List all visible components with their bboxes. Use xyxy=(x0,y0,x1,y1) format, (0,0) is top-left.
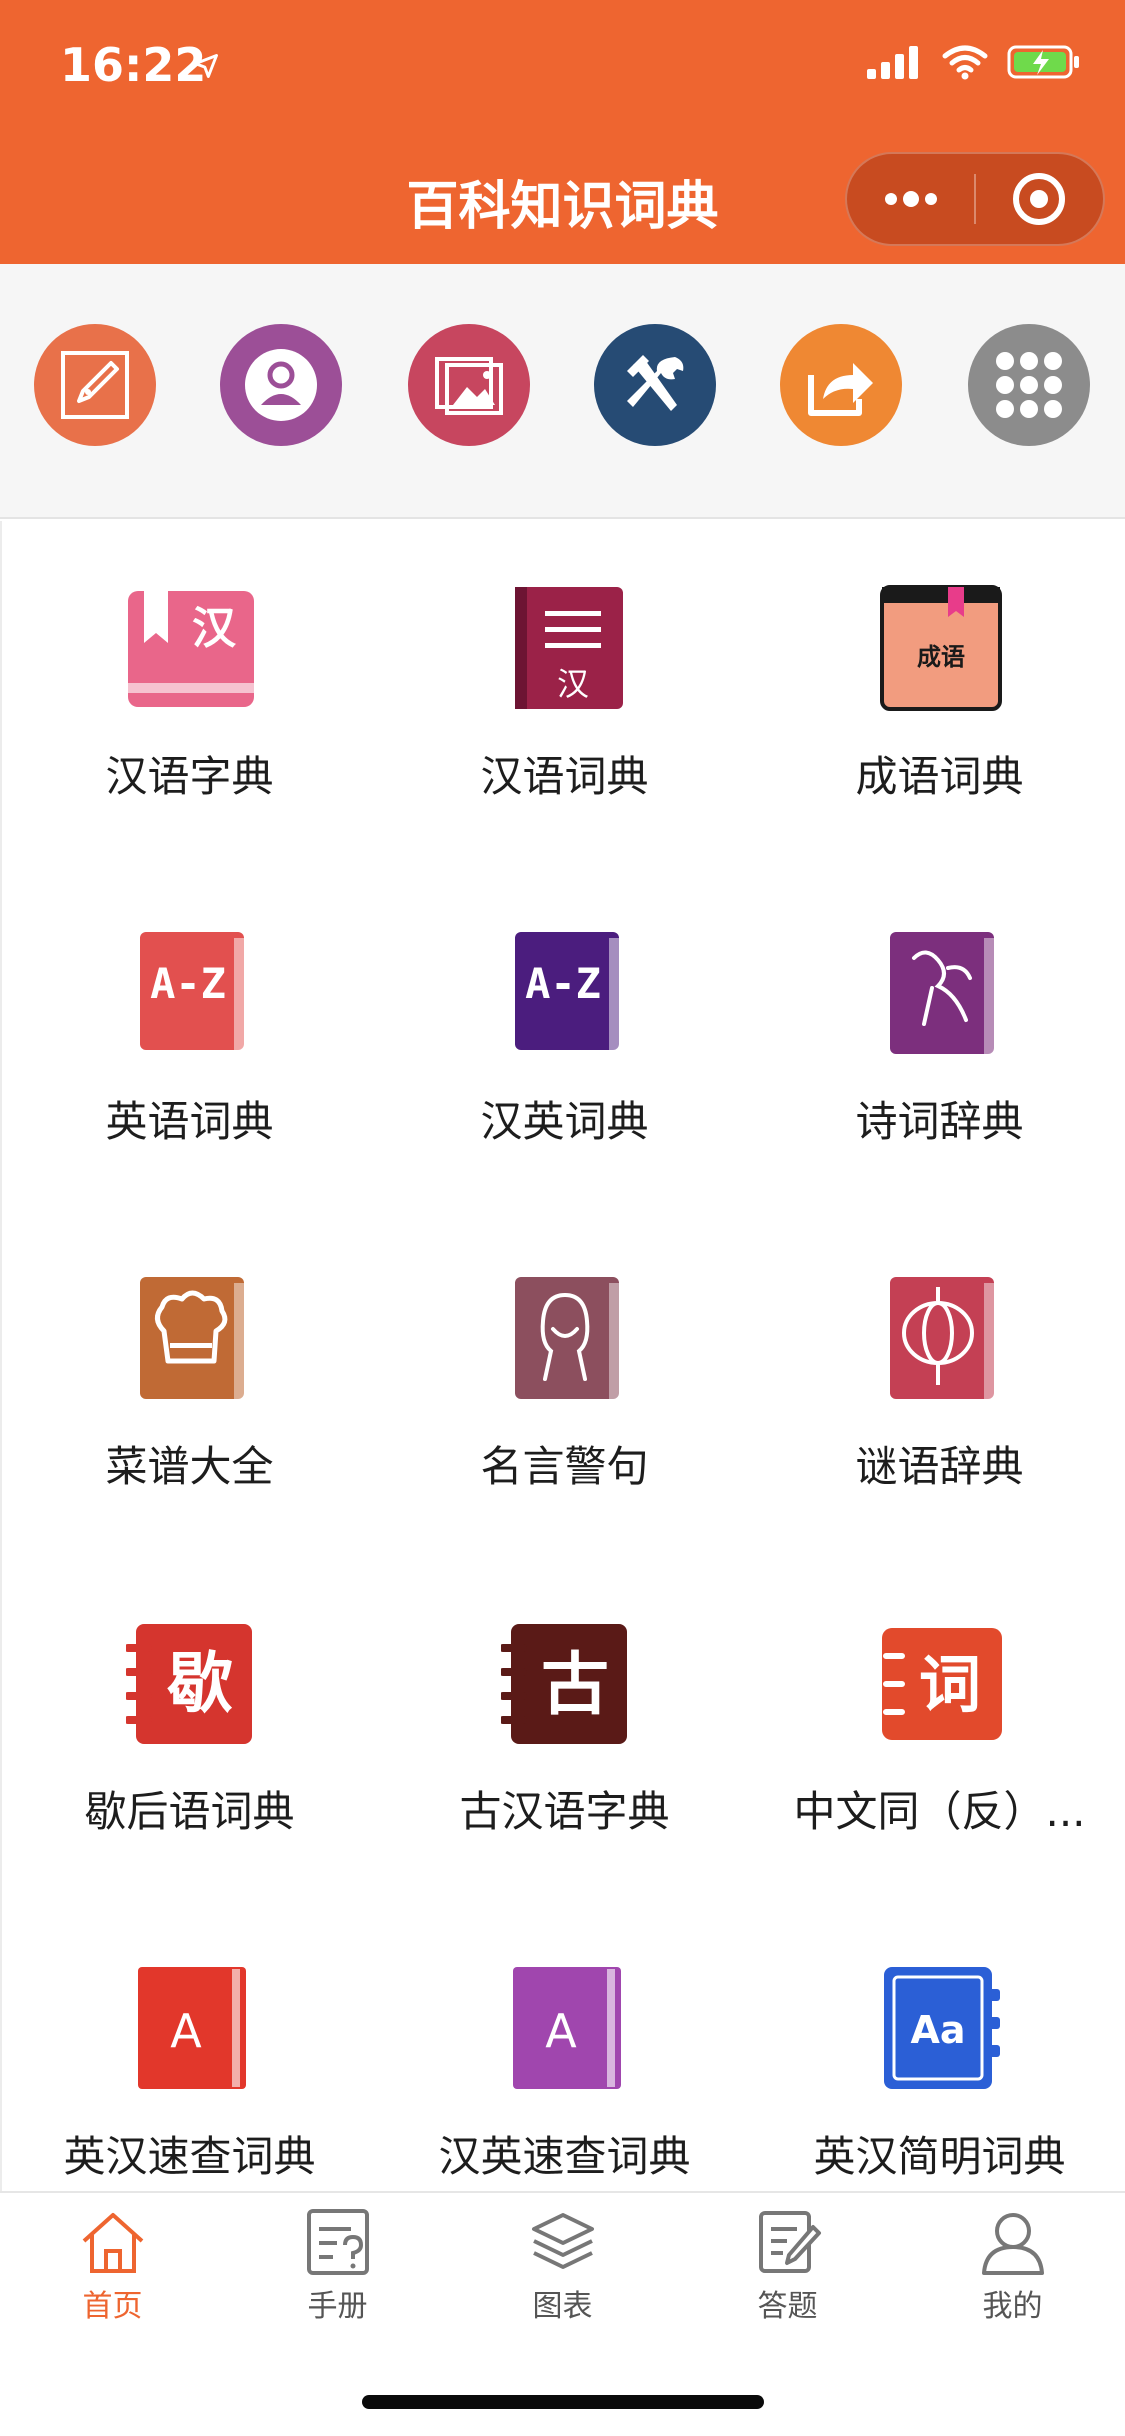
dictionary-grid: 汉 汉语字典 汉 汉语词典 成语 成语词典 A-Z 英语词典 A-Z 汉英词典 … xyxy=(0,521,1125,2191)
dictionary-item-chinese-english-quick[interactable]: A 汉英速查词典 xyxy=(377,1901,752,2191)
svg-text:A: A xyxy=(170,2004,202,2058)
dictionary-item-quotes[interactable]: 名言警句 xyxy=(377,1211,752,1556)
poetry-dictionary-icon xyxy=(890,932,994,1054)
chef-hat-recipe-icon xyxy=(140,1277,244,1399)
dictionary-label: 歇后语词典 xyxy=(84,1787,295,1836)
dictionary-item-hanyu-zidian[interactable]: 汉 汉语字典 xyxy=(2,521,377,866)
dictionary-label: 中文同（反）... xyxy=(793,1787,1086,1836)
chinese-english-quick-icon: A xyxy=(513,1967,621,2089)
battery-charging-icon xyxy=(1007,45,1079,79)
dictionary-label: 汉英词典 xyxy=(480,1097,649,1146)
tab-manual[interactable]: 手册 xyxy=(225,2207,450,2337)
user-profile-icon xyxy=(245,349,317,421)
dictionary-item-english-chinese-concise[interactable]: Aa 英汉简明词典 xyxy=(752,1901,1125,2191)
layers-icon xyxy=(531,2213,594,2269)
tab-quiz[interactable]: 答题 xyxy=(675,2207,900,2337)
dictionary-item-xiehouyu[interactable]: 歇 歇后语词典 xyxy=(2,1556,377,1901)
quotes-book-icon xyxy=(515,1277,619,1399)
dictionary-item-ancient-chinese[interactable]: 古 古汉语字典 xyxy=(377,1556,752,1901)
dictionary-label: 谜语辞典 xyxy=(855,1442,1024,1491)
dictionary-item-hanyu-cidian[interactable]: 汉 汉语词典 xyxy=(377,521,752,866)
dictionary-label: 汉语字典 xyxy=(105,752,274,801)
dictionary-item-chengyu-cidian[interactable]: 成语 成语词典 xyxy=(752,521,1125,866)
apps-grid-button[interactable] xyxy=(968,324,1090,446)
svg-text:A: A xyxy=(545,2004,577,2058)
dictionary-item-english-chinese-quick[interactable]: A 英汉速查词典 xyxy=(2,1901,377,2191)
dictionary-label: 英语词典 xyxy=(105,1097,274,1146)
manual-icon xyxy=(306,2209,369,2275)
tab-label: 我的 xyxy=(982,2289,1043,2324)
svg-text:Aa: Aa xyxy=(910,2008,965,2052)
cellular-signal-icon xyxy=(867,46,918,79)
dictionary-label: 菜谱大全 xyxy=(105,1442,274,1491)
tab-charts[interactable]: 图表 xyxy=(450,2207,675,2337)
more-button[interactable] xyxy=(847,152,974,246)
home-indicator xyxy=(362,2395,764,2409)
lantern-riddle-icon xyxy=(890,1277,994,1399)
tab-label: 首页 xyxy=(82,2289,143,2324)
more-dots-icon xyxy=(884,191,937,207)
hanyu-cidian-icon: 汉 xyxy=(515,587,623,709)
location-arrow-icon xyxy=(194,54,218,78)
dictionary-label: 汉英速查词典 xyxy=(438,2132,691,2181)
svg-text:成语: 成语 xyxy=(917,643,965,671)
english-chinese-quick-icon: A xyxy=(138,1967,246,2089)
quiz-icon xyxy=(758,2211,821,2273)
chinese-english-dictionary-icon: A-Z xyxy=(515,932,619,1054)
svg-text:汉: 汉 xyxy=(557,665,589,703)
target-close-icon xyxy=(1013,173,1066,225)
dictionary-label: 英汉简明词典 xyxy=(813,2132,1066,2181)
apps-grid-icon xyxy=(996,352,1062,418)
dictionary-label: 英汉速查词典 xyxy=(63,2132,316,2181)
xiehouyu-icon: 歇 xyxy=(126,1624,252,1744)
image-gallery-button[interactable] xyxy=(408,324,530,446)
tab-home[interactable]: 首页 xyxy=(0,2207,225,2337)
dictionary-label: 成语词典 xyxy=(855,752,1024,801)
tab-label: 图表 xyxy=(532,2289,593,2324)
hanyu-zidian-icon: 汉 xyxy=(128,591,254,707)
dictionary-label: 古汉语字典 xyxy=(459,1787,670,1836)
dictionary-label: 名言警句 xyxy=(480,1442,649,1491)
pen-edit-button[interactable] xyxy=(34,324,156,446)
tools-icon xyxy=(627,355,684,411)
status-time: 16:22 xyxy=(60,38,207,92)
ancient-chinese-icon: 古 xyxy=(501,1624,627,1744)
svg-text:词: 词 xyxy=(919,1648,981,1721)
profile-icon xyxy=(981,2213,1044,2275)
dictionary-item-recipes[interactable]: 菜谱大全 xyxy=(2,1211,377,1556)
synonym-antonym-icon: 词 xyxy=(882,1628,1002,1740)
image-gallery-icon xyxy=(435,357,503,415)
english-dictionary-icon: A-Z xyxy=(140,932,244,1054)
svg-text:A-Z: A-Z xyxy=(525,959,601,1008)
chengyu-cidian-icon: 成语 xyxy=(880,585,1002,711)
status-indicators xyxy=(867,44,1081,80)
tab-label: 手册 xyxy=(307,2289,368,2324)
pen-edit-icon xyxy=(61,351,129,419)
english-chinese-concise-icon: Aa xyxy=(884,1967,1000,2089)
close-miniprogram-button[interactable] xyxy=(976,152,1103,246)
home-icon xyxy=(82,2213,143,2273)
dictionary-item-riddles[interactable]: 谜语辞典 xyxy=(752,1211,1125,1556)
wifi-icon xyxy=(942,45,988,80)
dictionary-item-poetry[interactable]: 诗词辞典 xyxy=(752,866,1125,1211)
dictionary-item-chinese-english[interactable]: A-Z 汉英词典 xyxy=(377,866,752,1211)
tools-button[interactable] xyxy=(594,324,716,446)
dictionary-item-english[interactable]: A-Z 英语词典 xyxy=(2,866,377,1211)
miniprogram-capsule xyxy=(845,152,1105,246)
svg-text:汉: 汉 xyxy=(192,603,237,654)
tab-label: 答题 xyxy=(757,2289,818,2324)
dictionary-item-synonym-antonym[interactable]: 词 中文同（反）... xyxy=(752,1556,1125,1901)
header-bar: 16:22 百科知识词典 xyxy=(0,0,1125,264)
svg-text:A-Z: A-Z xyxy=(150,959,226,1008)
dictionary-label: 汉语词典 xyxy=(480,752,649,801)
share-button[interactable] xyxy=(780,324,902,446)
svg-text:歇: 歇 xyxy=(167,1645,233,1722)
dictionary-label: 诗词辞典 xyxy=(855,1097,1024,1146)
user-profile-button[interactable] xyxy=(220,324,342,446)
tab-profile[interactable]: 我的 xyxy=(900,2207,1125,2337)
quick-action-row xyxy=(0,264,1125,519)
svg-text:古: 古 xyxy=(541,1646,609,1725)
share-icon xyxy=(808,363,873,416)
